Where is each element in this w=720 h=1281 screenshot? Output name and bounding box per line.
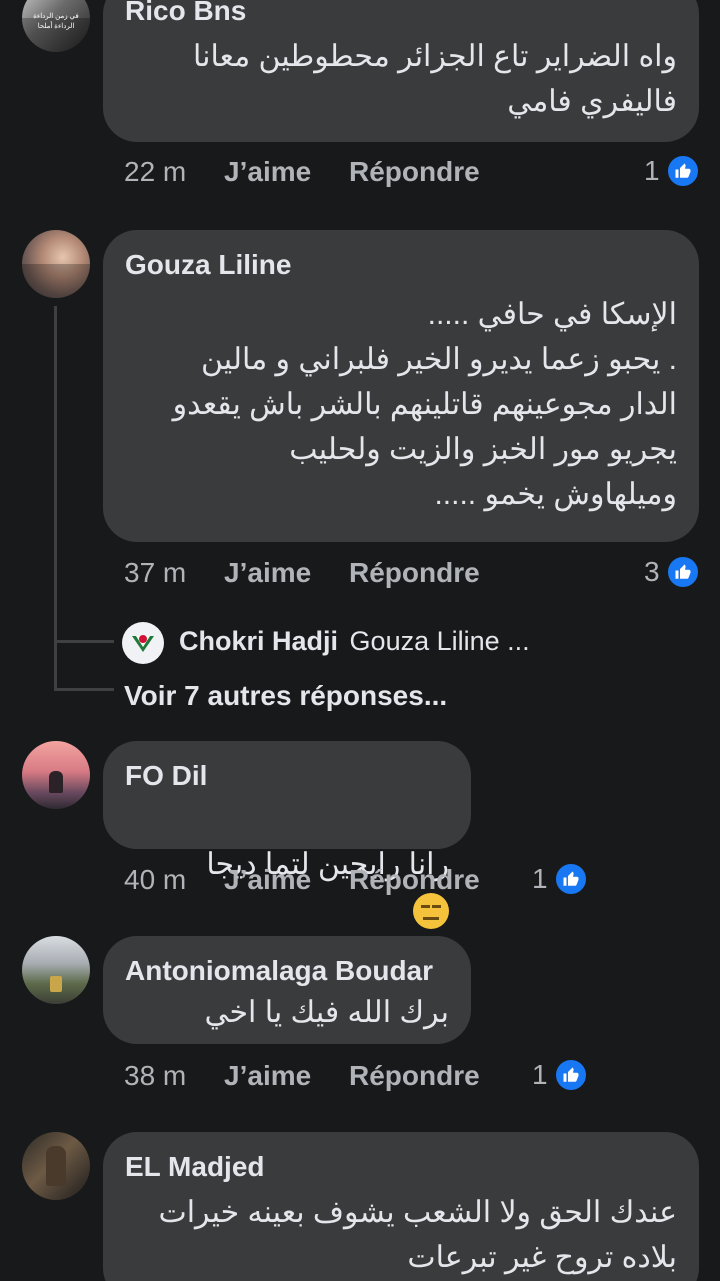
reply-avatar[interactable]: [122, 622, 164, 664]
reply-snippet: Gouza Liline ...: [349, 626, 530, 656]
comment-time: 37 m: [124, 557, 187, 588]
avatar-figure: [46, 1146, 66, 1186]
comment-author[interactable]: FO Dil: [125, 759, 449, 793]
comment-text: عندك الحق ولا الشعب يشوف بعينه خيرات بلا…: [158, 1196, 677, 1274]
avatar[interactable]: [22, 936, 90, 1004]
avatar[interactable]: في زمن الرداءة الرداءة أملحا: [22, 0, 90, 52]
comment-actions: 38 m J’aime Répondre: [124, 1060, 480, 1092]
reaction-count[interactable]: 1: [532, 862, 588, 896]
comment-author[interactable]: Antoniomalaga Boudar: [125, 954, 449, 988]
thread-branch: [54, 640, 114, 643]
comment-bubble[interactable]: Antoniomalaga Boudar برك الله فيك يا اخي: [103, 936, 471, 1044]
comment-author[interactable]: Gouza Liline: [125, 248, 677, 282]
avatar-shade: [22, 264, 90, 298]
like-button[interactable]: J’aime: [224, 557, 311, 589]
like-button[interactable]: J’aime: [224, 1060, 311, 1092]
thread-branch: [54, 688, 114, 691]
flag-icon: [123, 623, 163, 663]
expressionless-face-icon: [413, 893, 449, 930]
comment-bubble[interactable]: FO Dil رانا رايحين لتما ديجا: [103, 741, 471, 930]
reaction-count-value: 3: [644, 556, 660, 587]
avatar-emblem: [50, 976, 62, 992]
comment-bubble[interactable]: Rico Bns واه الضراير تاع الجزائر محطوطين…: [103, 0, 699, 142]
comment-text: الإسكا في حافي ..... . يحبو زعما يديرو ا…: [172, 298, 677, 511]
reaction-count[interactable]: 3: [644, 555, 700, 589]
comment-actions: 40 m J’aime Répondre: [124, 864, 480, 896]
comment-time: 38 m: [124, 1060, 187, 1091]
like-button[interactable]: J’aime: [224, 156, 311, 188]
reply-button[interactable]: Répondre: [349, 1060, 480, 1092]
avatar[interactable]: [22, 741, 90, 809]
thumbs-up-icon: [665, 154, 700, 188]
comment-author[interactable]: EL Madjed: [125, 1150, 677, 1184]
avatar[interactable]: [22, 230, 90, 298]
comment-bubble[interactable]: EL Madjed عندك الحق ولا الشعب يشوف بعينه…: [103, 1132, 699, 1281]
comment-bubble[interactable]: Gouza Liline الإسكا في حافي ..... . يحبو…: [103, 230, 699, 542]
thumbs-up-icon: [553, 862, 588, 896]
thumbs-up-icon: [665, 555, 700, 589]
thumbs-up-icon: [553, 1058, 588, 1092]
reply-button[interactable]: Répondre: [349, 156, 480, 188]
reply-button[interactable]: Répondre: [349, 864, 480, 896]
reply-button[interactable]: Répondre: [349, 557, 480, 589]
reaction-count-value: 1: [532, 1059, 548, 1090]
comment-time: 40 m: [124, 864, 187, 895]
reply-preview[interactable]: Chokri Hadji Gouza Liline ...: [179, 626, 530, 657]
reaction-count-value: 1: [532, 863, 548, 894]
avatar-caption: في زمن الرداءة الرداءة أملحا: [33, 13, 79, 30]
avatar-figure: [49, 771, 63, 793]
comment-actions: 37 m J’aime Répondre: [124, 557, 480, 589]
reaction-count[interactable]: 1: [532, 1058, 588, 1092]
avatar[interactable]: [22, 1132, 90, 1200]
comment-actions: 22 m J’aime Répondre: [124, 156, 480, 188]
reply-author[interactable]: Chokri Hadji: [179, 626, 338, 656]
comment-time: 22 m: [124, 156, 187, 187]
reaction-count[interactable]: 1: [644, 154, 700, 188]
comment-text: برك الله فيك يا اخي: [204, 996, 449, 1029]
thread-line: [54, 306, 57, 690]
like-button[interactable]: J’aime: [224, 864, 311, 896]
comment-text: واه الضراير تاع الجزائر محطوطين معانا فا…: [193, 40, 677, 118]
more-replies-link[interactable]: Voir 7 autres réponses...: [124, 680, 447, 712]
reaction-count-value: 1: [644, 155, 660, 186]
comment-author[interactable]: Rico Bns: [125, 0, 677, 28]
comments-feed: في زمن الرداءة الرداءة أملحا Rico Bns وا…: [0, 0, 720, 1281]
